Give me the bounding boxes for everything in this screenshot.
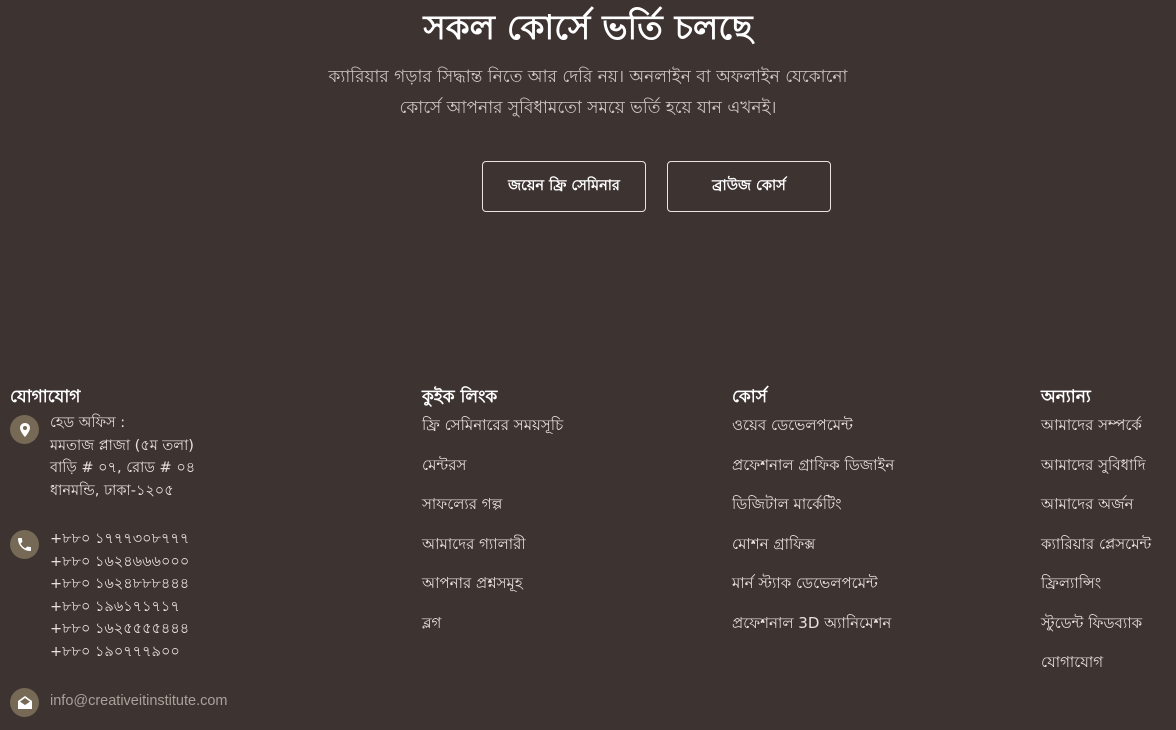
quick-link-item[interactable]: ব্লগ [422,611,563,651]
phone-number[interactable]: +৮৮০ ১৯৬১৭১৭১৭ [50,596,189,619]
phone-number[interactable]: +৮৮০ ১৬২৪৮৮৮৪৪৪ [50,573,189,596]
phone-number[interactable]: +৮৮০ ১৭৭৭৩০৮৭৭৭ [50,528,189,551]
hero-subtitle-line-2: কোর্সে আপনার সুবিধামতো সময়ে ভর্তি হয়ে … [399,98,777,118]
courses-title: কোর্স [732,387,767,407]
other-link-item[interactable]: ফ্রিল্যান্সিং [1041,571,1151,611]
phone-icon [10,530,39,559]
other-link-item[interactable]: ক্যারিয়ার প্লেসমেন্ট [1041,532,1151,572]
course-link-item[interactable]: মার্ন স্ট্যাক ডেভেলপমেন্ট [732,571,894,611]
course-link-item[interactable]: ওয়েব ডেভেলপমেন্ট [732,413,894,453]
other-link-item[interactable]: আমাদের অর্জন [1041,492,1151,532]
mail-icon [10,688,39,717]
other-link-item[interactable]: স্টুডেন্ট ফিডব্যাক [1041,611,1151,651]
phone-list: +৮৮০ ১৭৭৭৩০৮৭৭৭ +৮৮০ ১৬২৪৬৬৬০০০ +৮৮০ ১৬২… [50,528,189,663]
location-pin-icon [10,415,39,444]
hero-subtitle-line-1: ক্যারিয়ার গড়ার সিদ্ধান্ত নিতে আর দেরি … [328,67,848,87]
course-link-item[interactable]: প্রফেশনাল 3D অ্যানিমেশন [732,611,894,651]
course-link-item[interactable]: ডিজিটাল মার্কেটিং [732,492,894,532]
contact-title: যোগাযোগ [10,387,81,407]
quick-links-list: ফ্রি সেমিনারের সময়সূচি মেন্টরস সাফল্যের… [422,413,563,650]
quick-links-title: কুইক লিংক [422,387,498,407]
other-link-item[interactable]: যোগাযোগ [1041,650,1151,690]
quick-link-item[interactable]: সাফল্যের গল্প [422,492,563,532]
address-block: হেড অফিস : মমতাজ প্লাজা (৫ম তলা) বাড়ি #… [50,412,195,502]
courses-list: ওয়েব ডেভেলপমেন্ট প্রফেশনাল গ্রাফিক ডিজা… [732,413,894,650]
address-line: ধানমন্ডি, ঢাকা-১২০৫ [50,482,174,499]
quick-link-item[interactable]: মেন্টরস [422,453,563,493]
address-line: বাড়ি # ০৭, রোড # ০৪ [50,460,196,476]
join-free-seminar-button[interactable]: জয়েন ফ্রি সেমিনার [482,161,646,212]
quick-link-item[interactable]: ফ্রি সেমিনারের সময়সূচি [422,413,563,453]
phone-number[interactable]: +৮৮০ ১৬২৫৫৫৫৪৪৪ [50,618,189,641]
quick-link-item[interactable]: আমাদের গ্যালারী [422,532,563,572]
course-link-item[interactable]: প্রফেশনাল গ্রাফিক ডিজাইন [732,453,894,493]
address-line: মমতাজ প্লাজা (৫ম তলা) [50,437,194,454]
hero-subtitle: ক্যারিয়ার গড়ার সিদ্ধান্ত নিতে আর দেরি … [288,62,888,124]
browse-course-button[interactable]: ব্রাউজ কোর্স [667,161,831,212]
phone-number[interactable]: +৮৮০ ১৯০৭৭৭৯০০ [50,641,189,664]
others-list: আমাদের সম্পর্কে আমাদের সুবিধাদি আমাদের অ… [1041,413,1151,690]
others-title: অন্যান্য [1041,387,1091,407]
quick-link-item[interactable]: আপনার প্রশ্নসমূহ [422,571,563,611]
other-link-item[interactable]: আমাদের সম্পর্কে [1041,413,1151,453]
course-link-item[interactable]: মোশন গ্রাফিক্স [732,532,894,572]
hero-title: সকল কোর্সে ভর্তি চলছে [423,8,753,48]
address-line: হেড অফিস : [50,415,126,431]
phone-number[interactable]: +৮৮০ ১৬২৪৬৬৬০০০ [50,551,189,574]
email-link[interactable]: info@creativeitinstitute.com [50,689,228,713]
other-link-item[interactable]: আমাদের সুবিধাদি [1041,453,1151,493]
